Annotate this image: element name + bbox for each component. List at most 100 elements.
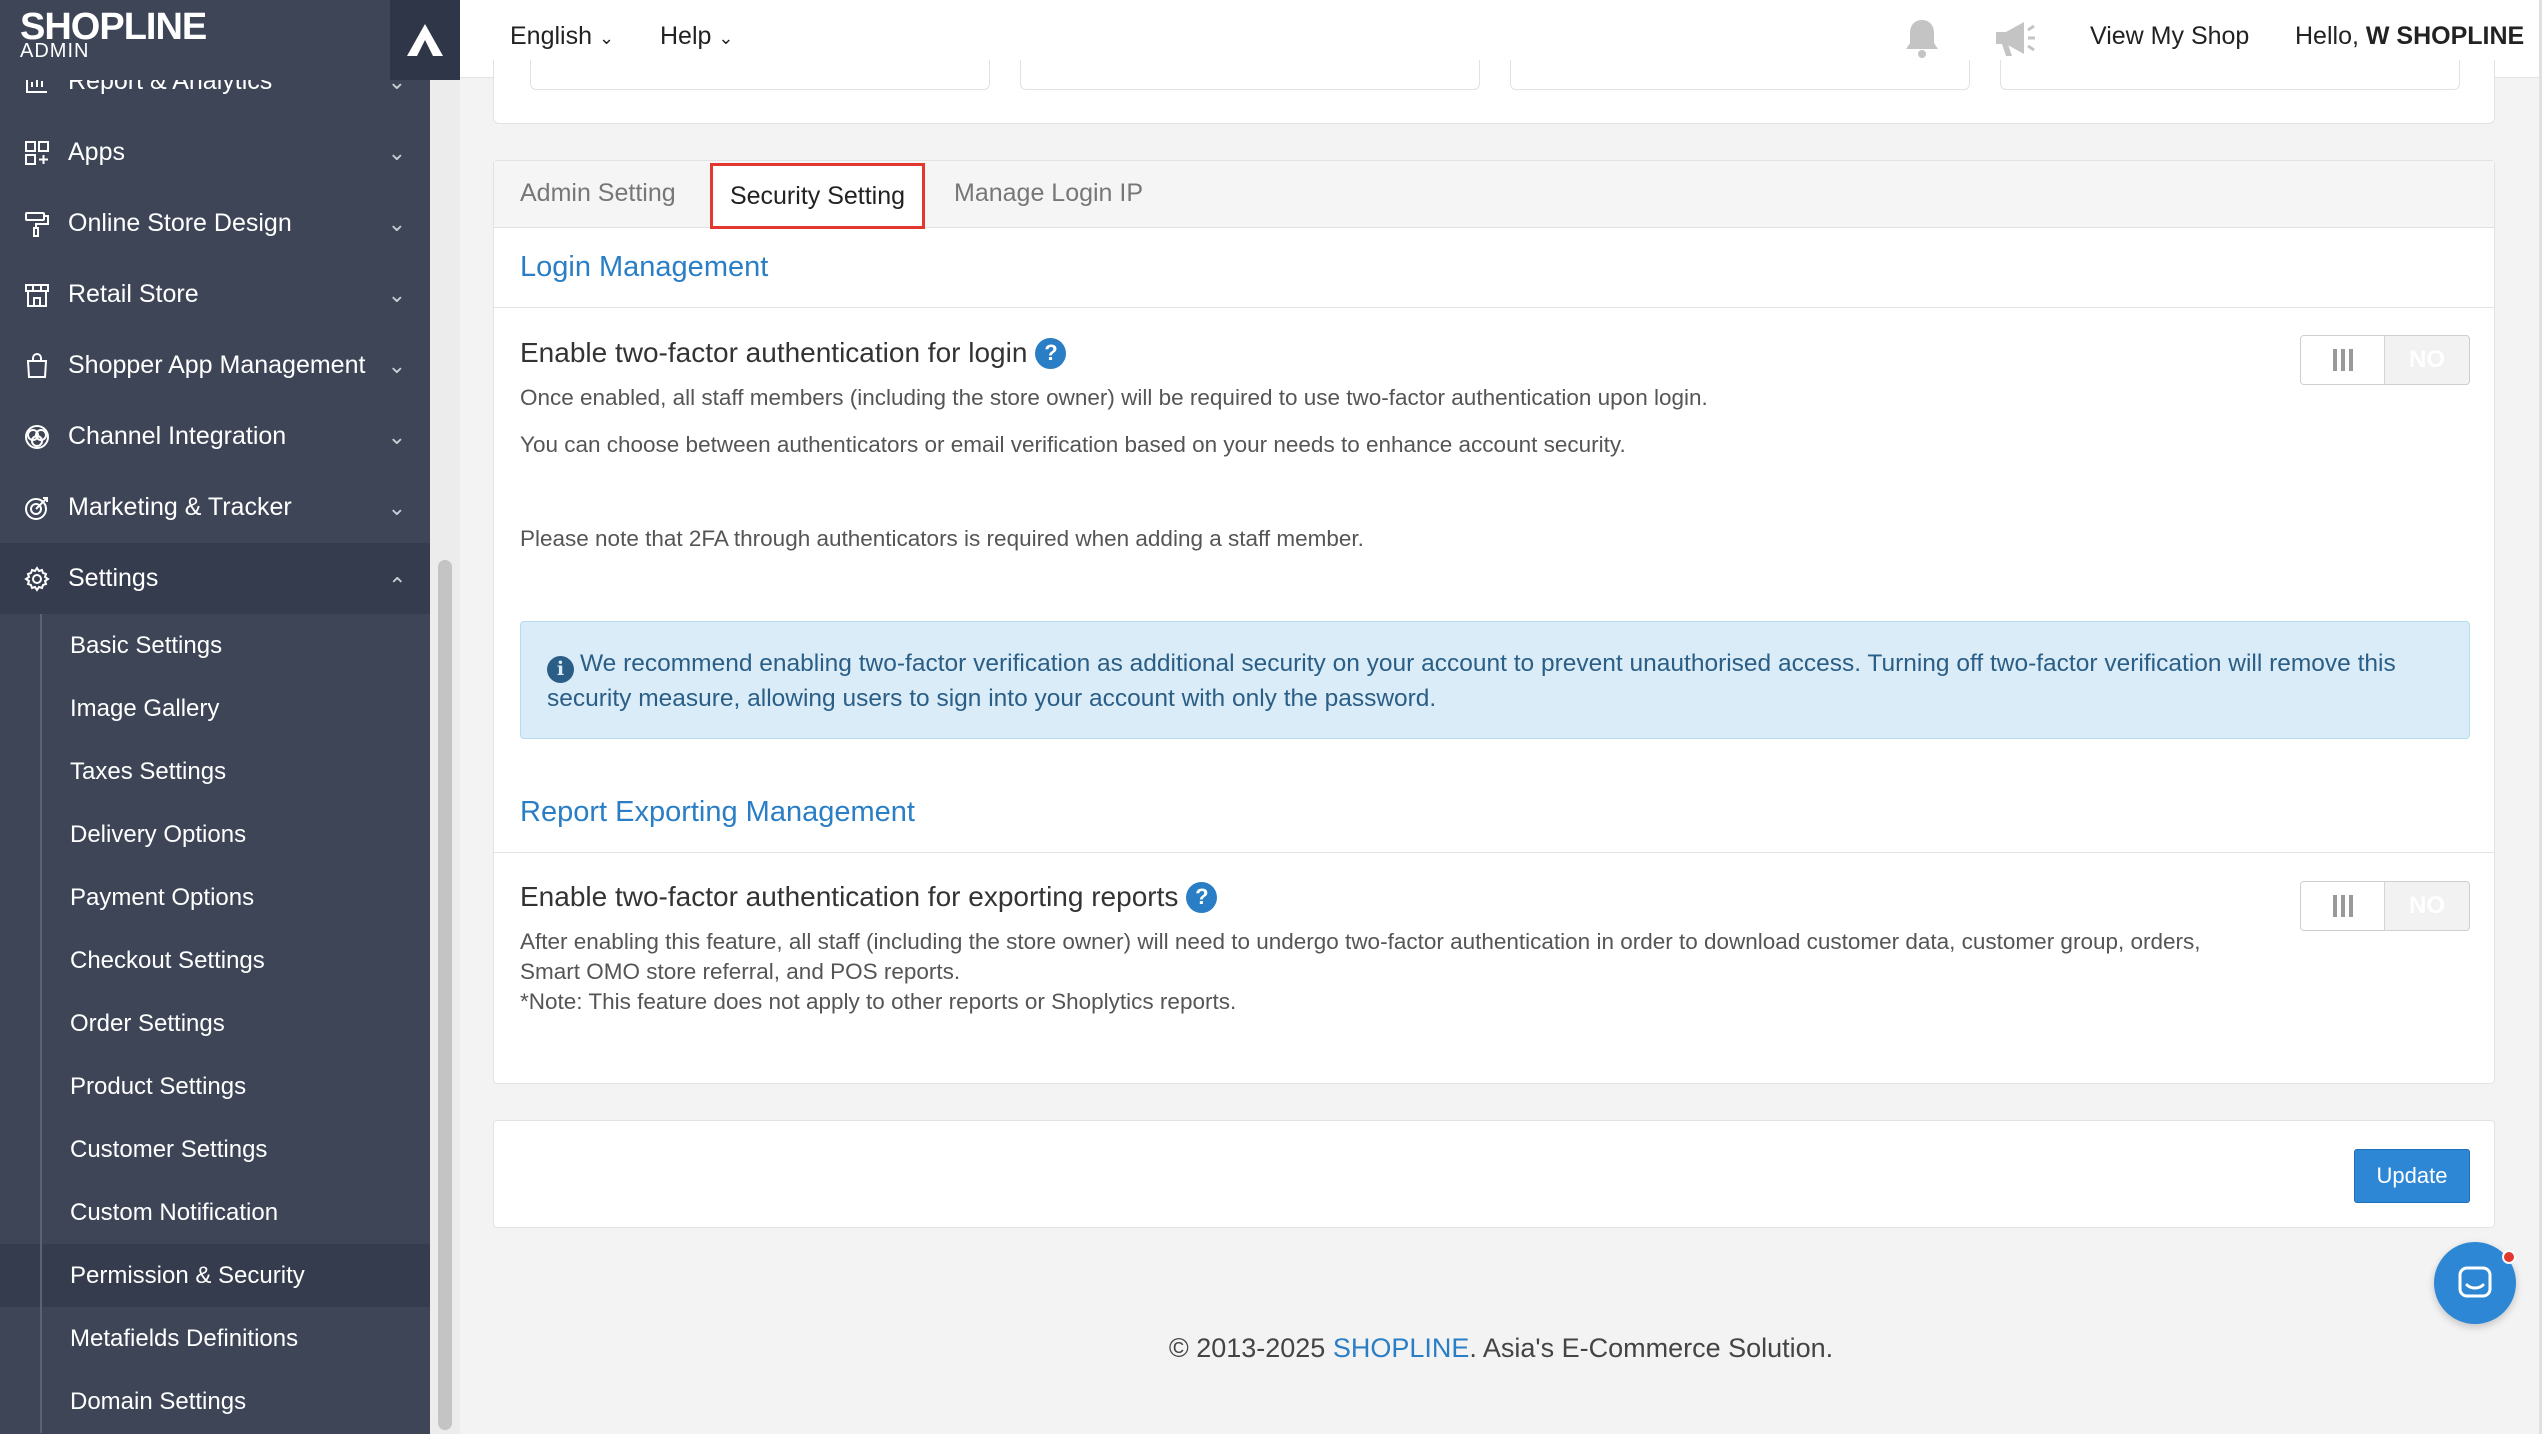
update-card: Update: [493, 1120, 2495, 1228]
info-icon: i: [547, 655, 574, 683]
chevron-down-icon: ⌄: [387, 139, 406, 165]
help-question-icon[interactable]: ?: [1186, 881, 1218, 913]
overview-segment: [530, 60, 990, 90]
chevron-down-icon: ⌄: [387, 352, 406, 378]
login-management-title: Login Management: [520, 251, 769, 283]
sidebar-item-label: Channel Integration: [68, 422, 287, 450]
login-2fa-label: Enable two-factor authentication for log…: [520, 337, 1028, 368]
app-root: Report & Analytics ⌄ Apps ⌄ Online Store…: [0, 0, 2542, 1434]
login-2fa-desc-2: You can choose between authenticators or…: [520, 432, 1626, 457]
sidebar-subitem-payment-options[interactable]: Payment Options: [0, 866, 430, 929]
security-info-alert: i We recommend enabling two-factor verifi…: [520, 621, 2470, 739]
report-exporting-title: Report Exporting Management: [520, 796, 915, 828]
overview-card-partial: [493, 60, 2495, 124]
update-button[interactable]: Update: [2354, 1149, 2470, 1203]
gear-icon: [20, 562, 54, 596]
sidebar-item-shopper-app-management[interactable]: Shopper App Management ⌄: [0, 330, 430, 401]
sidebar-item-label: Retail Store: [68, 280, 199, 308]
settings-submenu: Basic Settings Image Gallery Taxes Setti…: [0, 614, 430, 1433]
sidebar-item-label: Marketing & Tracker: [68, 493, 292, 521]
greeting-text: Hello,: [2295, 22, 2359, 50]
chevron-down-icon: ⌄: [718, 28, 734, 48]
target-icon: [20, 491, 54, 525]
login-2fa-setting-title: Enable two-factor authentication for log…: [520, 337, 1067, 369]
sidebar-subitem-image-gallery[interactable]: Image Gallery: [0, 677, 430, 740]
help-question-icon[interactable]: ?: [1035, 337, 1067, 369]
report-2fa-desc-3: *Note: This feature does not apply to ot…: [520, 989, 1237, 1014]
overview-segment: [2000, 60, 2460, 90]
sidebar: Report & Analytics ⌄ Apps ⌄ Online Store…: [0, 0, 430, 1434]
sidebar-subitem-product-settings[interactable]: Product Settings: [0, 1055, 430, 1118]
security-settings-card: Admin Setting Security Setting Manage Lo…: [493, 160, 2495, 1084]
sidebar-subitem-permission-security[interactable]: Permission & Security: [0, 1244, 430, 1307]
info-alert-text: We recommend enabling two-factor verific…: [547, 650, 2396, 712]
view-my-shop-link[interactable]: View My Shop: [2090, 22, 2249, 51]
shopping-bag-icon: [20, 349, 54, 383]
tab-manage-login-ip[interactable]: Manage Login IP: [954, 179, 1143, 208]
chevron-down-icon: ⌄: [387, 281, 406, 307]
sidebar-subitem-order-settings[interactable]: Order Settings: [0, 992, 430, 1055]
report-2fa-desc-1: After enabling this feature, all staff (…: [520, 929, 2201, 954]
login-2fa-desc-1: Once enabled, all staff members (includi…: [520, 385, 1708, 410]
sidebar-item-channel-integration[interactable]: Channel Integration ⌄: [0, 401, 430, 472]
chevron-up-icon: ⌄: [387, 571, 406, 597]
toggle-state-label: NO: [2409, 892, 2445, 919]
help-label: Help: [660, 22, 712, 50]
logo-subtitle: ADMIN: [20, 40, 90, 62]
sidebar-subitem-taxes-settings[interactable]: Taxes Settings: [0, 740, 430, 803]
language-label: English: [510, 22, 592, 50]
tabs-bar: Admin Setting Security Setting Manage Lo…: [494, 161, 2494, 229]
sidebar-subitem-basic-settings[interactable]: Basic Settings: [0, 614, 430, 677]
help-dropdown[interactable]: Help ⌄: [660, 22, 733, 51]
sidebar-item-marketing-tracker[interactable]: Marketing & Tracker ⌄: [0, 472, 430, 543]
sidebar-item-label: Online Store Design: [68, 209, 292, 237]
tab-security-setting[interactable]: Security Setting: [710, 163, 925, 229]
report-2fa-toggle[interactable]: NO: [2300, 881, 2470, 931]
chevron-down-icon: ⌄: [387, 423, 406, 449]
footer-brand-link[interactable]: SHOPLINE: [1333, 1333, 1470, 1363]
divider: [494, 852, 2494, 853]
sidebar-subitem-customer-settings[interactable]: Customer Settings: [0, 1118, 430, 1181]
toggle-state-label: NO: [2409, 346, 2445, 373]
sidebar-item-label: Settings: [68, 564, 159, 592]
language-dropdown[interactable]: English ⌄: [510, 22, 614, 51]
sidebar-item-label: Apps: [68, 138, 125, 166]
tab-admin-setting[interactable]: Admin Setting: [520, 179, 676, 208]
paint-roller-icon: [20, 207, 54, 241]
channel-icon: [20, 420, 54, 454]
report-2fa-desc-2: Smart OMO store referral, and POS report…: [520, 959, 961, 984]
sidebar-item-retail-store[interactable]: Retail Store ⌄: [0, 259, 430, 330]
footer-tagline: . Asia's E-Commerce Solution.: [1469, 1333, 1834, 1363]
sidebar-item-settings[interactable]: Settings ⌄: [0, 543, 430, 614]
store-icon: [20, 278, 54, 312]
sidebar-subitem-custom-notification[interactable]: Custom Notification: [0, 1181, 430, 1244]
login-2fa-desc-3: Please note that 2FA through authenticat…: [520, 526, 1364, 551]
toggle-handle: [2301, 336, 2385, 384]
overview-segment: [1510, 60, 1970, 90]
sidebar-nav: Report & Analytics ⌄ Apps ⌄ Online Store…: [0, 46, 430, 1433]
chevron-down-icon: ⌄: [598, 28, 615, 48]
footer: © 2013-2025 SHOPLINE. Asia's E-Commerce …: [0, 1333, 2542, 1364]
overview-segment: [1020, 60, 1480, 90]
collapse-sidebar-button[interactable]: [390, 0, 460, 80]
sidebar-scrollbar[interactable]: [438, 560, 452, 1430]
sidebar-item-label: Shopper App Management: [68, 351, 366, 379]
sidebar-item-apps[interactable]: Apps ⌄: [0, 117, 430, 188]
chevron-down-icon: ⌄: [387, 210, 406, 236]
user-name: W SHOPLINE: [2365, 22, 2525, 50]
footer-copyright: © 2013-2025: [1168, 1333, 1333, 1363]
sidebar-subitem-checkout-settings[interactable]: Checkout Settings: [0, 929, 430, 992]
notification-dot: [2502, 1250, 2516, 1264]
toggle-handle: [2301, 882, 2385, 930]
logo-area: SHOPLINE ADMIN: [0, 0, 460, 80]
chevron-down-icon: ⌄: [387, 494, 406, 520]
chat-icon: [2458, 1266, 2492, 1298]
sidebar-item-online-store-design[interactable]: Online Store Design ⌄: [0, 188, 430, 259]
divider: [494, 307, 2494, 308]
apps-icon: [20, 136, 54, 170]
report-2fa-label: Enable two-factor authentication for exp…: [520, 881, 1179, 912]
report-2fa-setting-title: Enable two-factor authentication for exp…: [520, 881, 1218, 913]
sidebar-subitem-domain-settings[interactable]: Domain Settings: [0, 1370, 430, 1433]
login-2fa-toggle[interactable]: NO: [2300, 335, 2470, 385]
sidebar-subitem-delivery-options[interactable]: Delivery Options: [0, 803, 430, 866]
